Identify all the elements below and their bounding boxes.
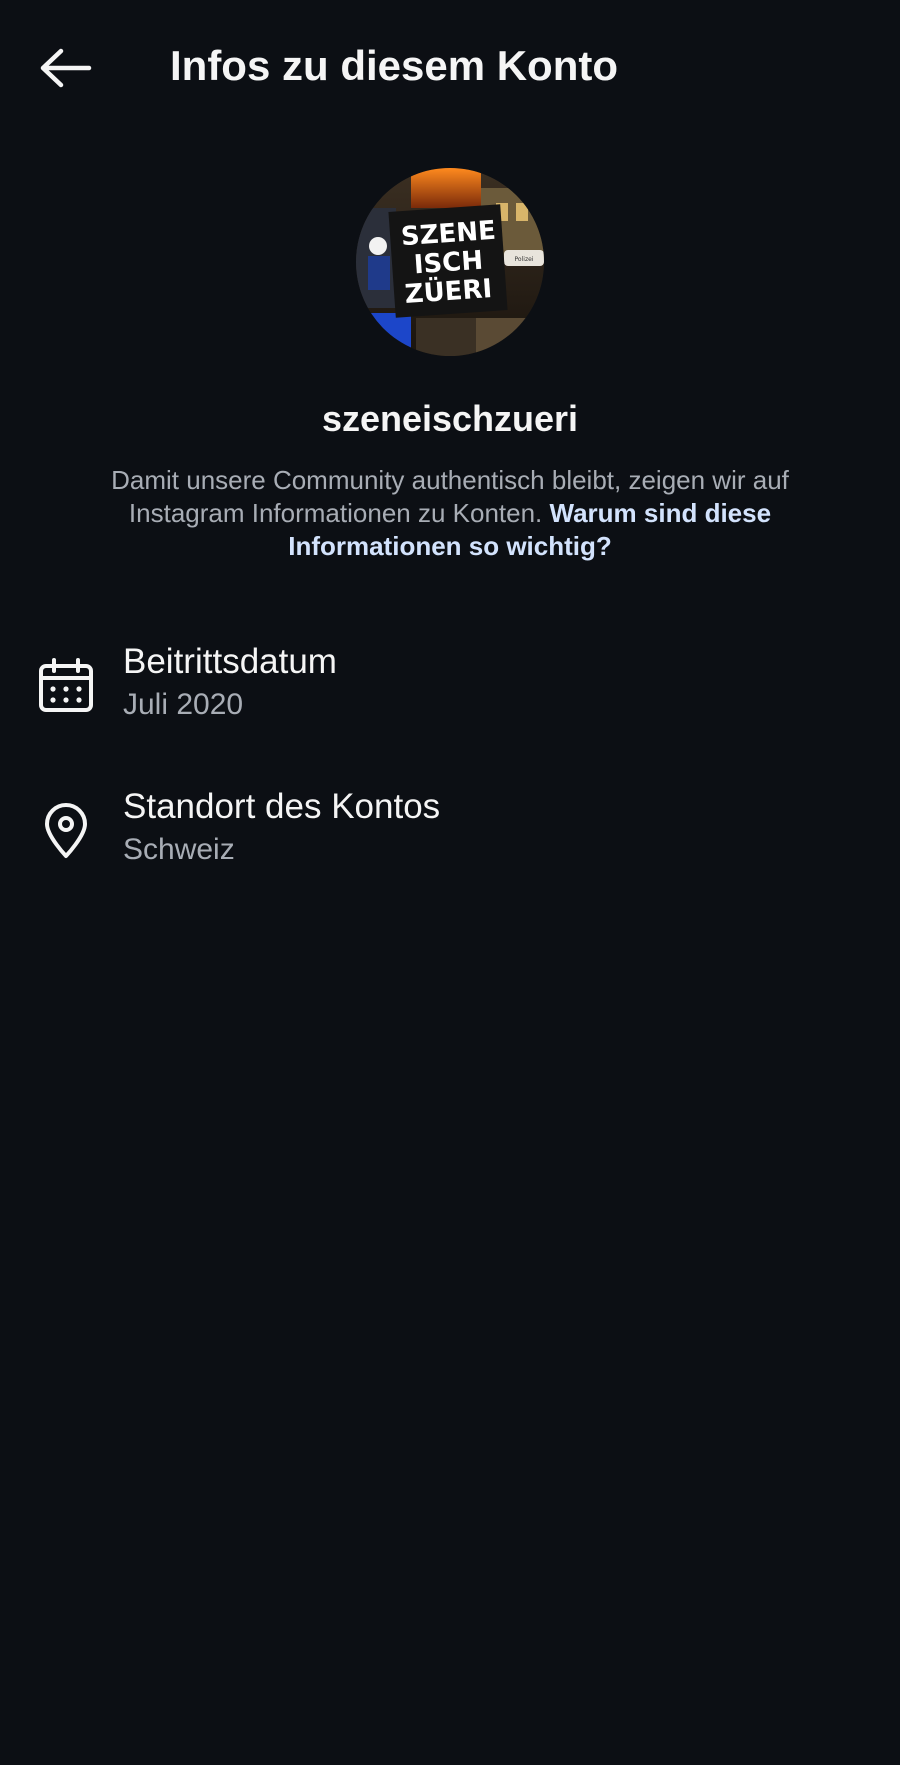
info-description: Damit unsere Community authentisch bleib…	[80, 464, 820, 563]
profile-picture: SZENE ISCH ZÜERI Polizei	[356, 168, 544, 356]
account-location-value: Schweiz	[123, 833, 235, 866]
account-location-row: Standort des Kontos Schweiz	[0, 787, 900, 897]
page-title: Infos zu diesem Konto	[170, 42, 619, 89]
join-date-label: Beitrittsdatum	[123, 642, 337, 681]
arrow-left-icon	[40, 48, 92, 88]
avatar[interactable]: SZENE ISCH ZÜERI Polizei	[356, 168, 544, 356]
top-app-bar: Infos zu diesem Konto	[0, 0, 900, 136]
location-pin-icon	[36, 801, 96, 861]
calendar-icon	[36, 656, 96, 716]
account-location-label: Standort des Kontos	[123, 787, 441, 826]
avatar-overlay-text: Polizei	[515, 256, 534, 263]
join-date-value: Juli 2020	[123, 688, 244, 721]
back-button[interactable]	[30, 40, 100, 96]
join-date-row: Beitrittsdatum Juli 2020	[0, 642, 900, 752]
username: szeneischzueri	[321, 398, 579, 439]
